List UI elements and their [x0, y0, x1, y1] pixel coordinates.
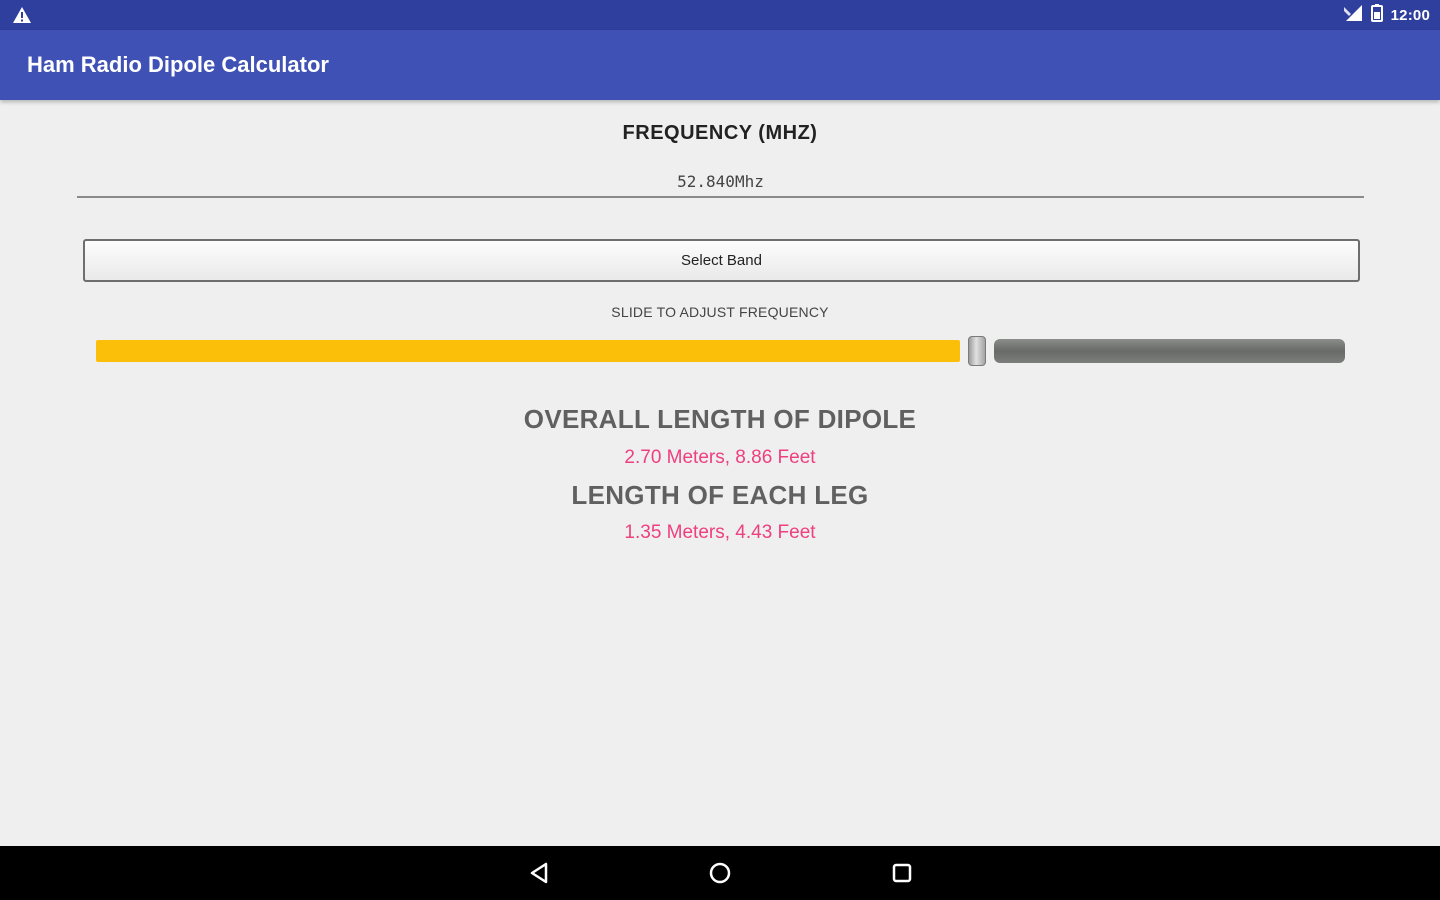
- recents-icon[interactable]: [887, 858, 917, 888]
- frequency-heading: FREQUENCY (MHZ): [622, 122, 818, 144]
- status-icons: 12:00: [1343, 3, 1430, 27]
- navigation-bar: [0, 846, 1440, 900]
- battery-icon: [1370, 3, 1383, 27]
- overall-length-value: 2.70 Meters, 8.86 Feet: [624, 447, 816, 468]
- overall-length-heading: OVERALL LENGTH OF DIPOLE: [523, 404, 917, 434]
- slider-track-filled: [96, 340, 960, 362]
- signal-icon: [1343, 4, 1363, 27]
- select-band-button[interactable]: Select Band: [83, 239, 1360, 282]
- status-time: 12:00: [1390, 6, 1430, 24]
- slider-thumb[interactable]: [968, 336, 986, 366]
- leg-length-value: 1.35 Meters, 4.43 Feet: [624, 522, 816, 543]
- slider-track-empty: [994, 339, 1345, 363]
- back-icon[interactable]: [524, 858, 554, 888]
- app-title: Ham Radio Dipole Calculator: [27, 52, 329, 77]
- app-screen: 12:00 Ham Radio Dipole Calculator FREQUE…: [0, 0, 1440, 900]
- frequency-slider[interactable]: [96, 335, 1345, 367]
- frequency-input[interactable]: [77, 166, 1364, 198]
- leg-length-heading: LENGTH OF EACH LEG: [571, 480, 869, 510]
- slider-label: SLIDE TO ADJUST FREQUENCY: [611, 304, 829, 320]
- home-icon[interactable]: [705, 858, 735, 888]
- warning-icon: [12, 6, 32, 24]
- app-bar: Ham Radio Dipole Calculator: [0, 30, 1440, 100]
- status-bar: 12:00: [0, 0, 1440, 30]
